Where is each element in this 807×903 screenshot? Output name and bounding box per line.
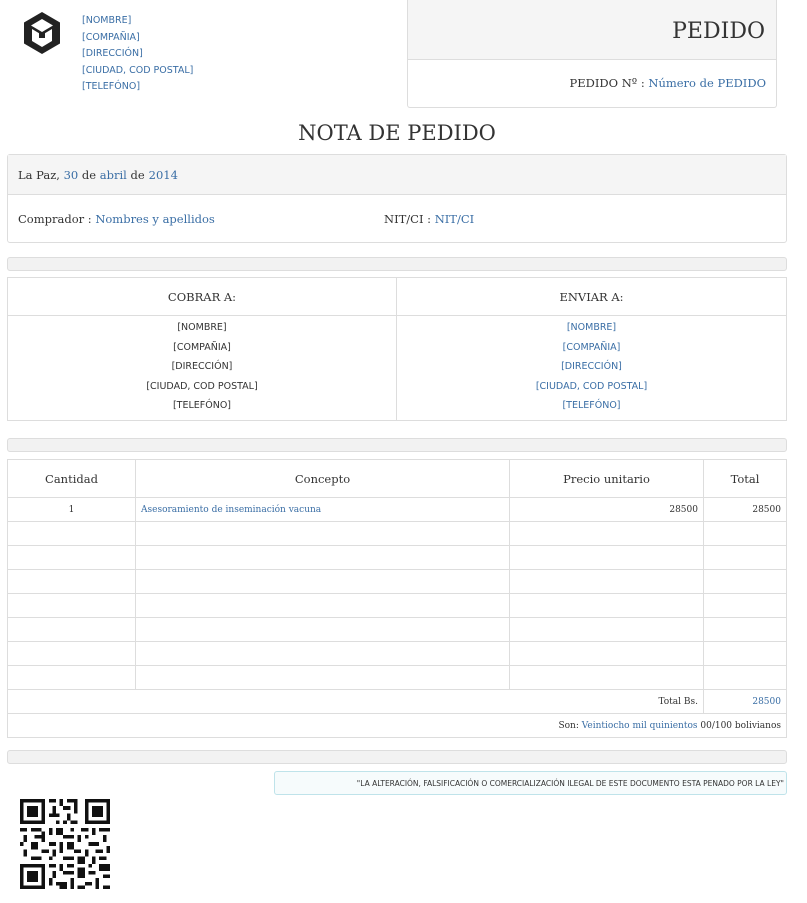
nit: NIT/CI : NIT/CI: [384, 212, 474, 226]
items-table: Cantidad Concepto Precio unitario Total …: [7, 459, 787, 738]
legal-notice: "LA ALTERACIÓN, FALSIFICACIÓN O COMERCIA…: [274, 771, 787, 795]
date-buyer-panel: La Paz, 30 de abril de 2014 Comprador : N…: [7, 154, 787, 243]
total-value: 28500: [703, 689, 787, 714]
company-phone: [TELEFÓNO]: [82, 81, 141, 92]
buyer-value: Nombres y apellidos: [95, 212, 215, 226]
total-row: Total Bs. 28500: [7, 689, 787, 714]
company-name: [NOMBRE]: [82, 15, 132, 26]
table-row: [7, 641, 787, 666]
bill-to-header: COBRAR A:: [7, 277, 397, 316]
divider-bar: [7, 257, 787, 271]
amount-words-value: Veintiocho mil quinientos: [581, 720, 698, 731]
ship-to-block: [NOMBRE] [COMPAÑIA] [DIRECCIÓN] [CIUDAD,…: [396, 315, 787, 421]
table-row: 1 Asesoramiento de inseminación vacuna 2…: [7, 497, 787, 522]
divider-bar: [7, 438, 787, 452]
document-title: NOTA DE PEDIDO: [298, 121, 496, 145]
total-label: Total Bs.: [7, 689, 704, 714]
ship-to-phone: [TELEFÓNO]: [562, 400, 621, 412]
date-year: 2014: [148, 168, 178, 182]
col-header-qty: Cantidad: [7, 459, 136, 498]
date-line: La Paz, 30 de abril de 2014: [8, 155, 786, 195]
nit-label: NIT/CI :: [384, 212, 432, 226]
company-city: [CIUDAD, COD POSTAL]: [82, 64, 194, 76]
buyer: Comprador : Nombres y apellidos: [18, 212, 215, 226]
ship-to-header: ENVIAR A:: [396, 277, 787, 316]
table-row: [7, 665, 787, 690]
order-number: PEDIDO Nº : Número de PEDIDO: [408, 60, 776, 90]
divider-bar: [7, 750, 787, 764]
date-de2: de: [130, 168, 145, 182]
ship-to-city: [CIUDAD, COD POSTAL]: [535, 380, 648, 392]
ship-to-address: [DIRECCIÓN]: [561, 361, 622, 373]
company-address: [DIRECCIÓN]: [82, 48, 143, 59]
date-city: La Paz,: [18, 168, 60, 182]
item-concept: Asesoramiento de inseminación vacuna: [135, 497, 510, 522]
table-row: [7, 521, 787, 546]
table-row: [7, 617, 787, 642]
table-row: [7, 593, 787, 618]
amount-words-suffix: 00/100 bolivianos: [700, 720, 781, 731]
date-month: abril: [99, 168, 127, 182]
col-header-total: Total: [703, 459, 787, 498]
order-number-label: PEDIDO Nº :: [569, 76, 645, 90]
date-de1: de: [81, 168, 97, 182]
amount-words: Son: Veintiocho mil quinientos 00/100 bo…: [7, 713, 787, 738]
address-table: COBRAR A: ENVIAR A: [NOMBRE] [COMPAÑIA] …: [7, 277, 787, 421]
bill-to-name: [NOMBRE]: [177, 322, 227, 333]
order-number-value: Número de PEDIDO: [648, 76, 766, 90]
amount-words-row: Son: Veintiocho mil quinientos 00/100 bo…: [7, 713, 787, 738]
table-row: [7, 545, 787, 570]
ship-to-company: [COMPAÑIA]: [562, 341, 621, 353]
bill-to-phone: [TELEFÓNO]: [172, 400, 232, 412]
amount-words-label: Son:: [558, 720, 579, 731]
item-unit-price: 28500: [509, 497, 704, 522]
table-row: [7, 569, 787, 594]
bill-to-address: [DIRECCIÓN]: [171, 361, 233, 373]
company-info: [NOMBRE] [COMPAÑIA] [DIRECCIÓN] [CIUDAD,…: [82, 13, 193, 96]
col-header-concept: Concepto: [135, 459, 510, 498]
bill-to-city: [CIUDAD, COD POSTAL]: [146, 380, 258, 392]
date-day: 30: [63, 168, 79, 182]
bill-to-block: [NOMBRE] [COMPAÑIA] [DIRECCIÓN] [CIUDAD,…: [7, 315, 397, 421]
nit-value: NIT/CI: [434, 212, 475, 226]
company-logo-icon: [24, 12, 60, 54]
item-qty: 1: [7, 497, 136, 522]
company-company: [COMPAÑIA]: [82, 31, 140, 43]
item-total: 28500: [703, 497, 787, 522]
order-title: PEDIDO: [408, 0, 776, 60]
qr-code-icon: [20, 799, 110, 889]
ship-to-name: [NOMBRE]: [566, 322, 617, 333]
bill-to-company: [COMPAÑIA]: [173, 341, 231, 353]
order-box: PEDIDO PEDIDO Nº : Número de PEDIDO: [407, 0, 777, 108]
buyer-label: Comprador :: [18, 212, 92, 226]
col-header-unit-price: Precio unitario: [509, 459, 704, 498]
